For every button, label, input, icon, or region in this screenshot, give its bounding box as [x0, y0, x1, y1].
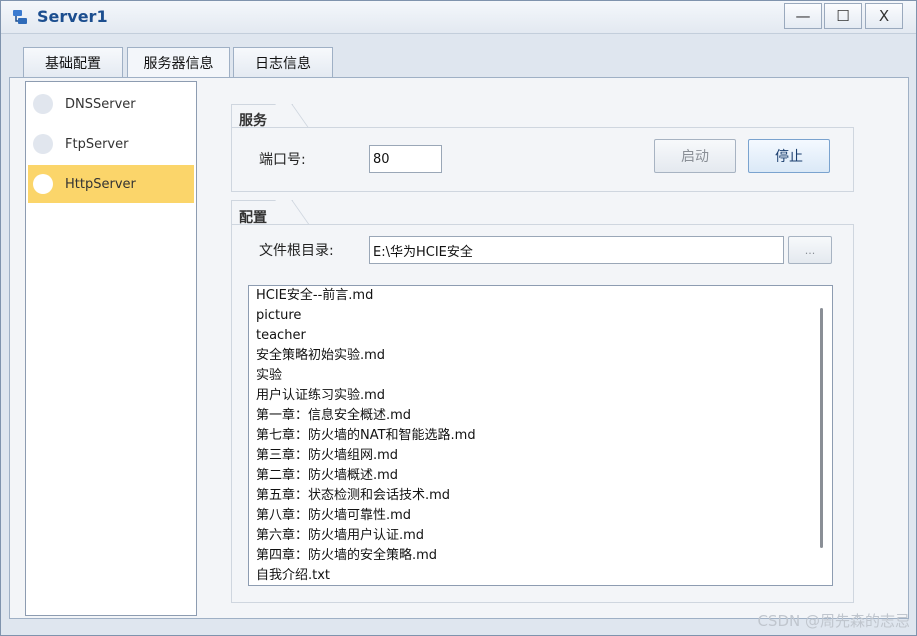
list-item[interactable]: 第五章：状态检测和会话技术.md — [249, 486, 832, 506]
maximize-button[interactable]: ☐ — [824, 3, 862, 29]
app-icon — [13, 10, 27, 24]
server-list: DNSServer FtpServer HttpServer — [25, 81, 197, 616]
list-item[interactable]: 第七章：防火墙的NAT和智能选路.md — [249, 426, 832, 446]
tab-log-info[interactable]: 日志信息 — [233, 47, 333, 77]
list-item[interactable]: 实验 — [249, 366, 832, 386]
tab-server-info-label: 服务器信息 — [143, 56, 214, 72]
port-input[interactable]: 80 — [369, 145, 442, 173]
root-dir-input[interactable]: E:\华为HCIE安全 — [369, 236, 784, 264]
close-button[interactable]: X — [865, 3, 903, 29]
file-list[interactable]: HCIE安全--前言.md picture teacher 安全策略初始实验.m… — [248, 285, 833, 586]
browse-button[interactable]: ... — [788, 236, 832, 264]
file-list-scrollbar[interactable] — [820, 308, 823, 548]
watermark: CSDN @周先森的志忌 — [757, 612, 910, 630]
sidebar-item-dnsserver[interactable]: DNSServer — [28, 85, 194, 123]
list-item[interactable]: 第四章：防火墙的安全策略.md — [249, 546, 832, 566]
minimize-button[interactable]: — — [784, 3, 822, 29]
list-item[interactable]: HCIE安全--前言.md — [249, 286, 832, 306]
root-dir-label: 文件根目录: — [259, 243, 334, 259]
close-icon: X — [878, 7, 890, 25]
sidebar-item-httpserver[interactable]: HttpServer — [28, 165, 194, 203]
list-item[interactable]: 第三章：防火墙组网.md — [249, 446, 832, 466]
tab-content: DNSServer FtpServer HttpServer 服务 端口号: 8… — [9, 77, 909, 619]
server-window: Server1 — ☐ X 基础配置 服务器信息 日志信息 DNSServer … — [0, 0, 917, 636]
sidebar-item-ftpserver[interactable]: FtpServer — [28, 125, 194, 163]
tab-basic-config-label: 基础配置 — [45, 55, 101, 72]
title-bar[interactable]: Server1 — ☐ X — [1, 1, 916, 34]
minimize-icon: — — [795, 7, 811, 25]
server-status-icon — [33, 174, 53, 194]
sidebar-item-label: FtpServer — [65, 136, 129, 152]
list-item[interactable]: picture — [249, 306, 832, 326]
list-item[interactable]: 第一章：信息安全概述.md — [249, 406, 832, 426]
server-status-icon — [33, 94, 53, 114]
tab-log-info-label: 日志信息 — [255, 55, 311, 72]
start-button[interactable]: 启动 — [654, 139, 736, 173]
maximize-icon: ☐ — [836, 7, 850, 25]
list-item[interactable]: teacher — [249, 326, 832, 346]
list-item[interactable]: 自我介绍.txt — [249, 566, 832, 585]
tab-basic-config[interactable]: 基础配置 — [23, 47, 123, 77]
list-item[interactable]: 第二章：防火墙概述.md — [249, 466, 832, 486]
server-status-icon — [33, 134, 53, 154]
list-item[interactable]: 第八章：防火墙可靠性.md — [249, 506, 832, 526]
port-label: 端口号: — [259, 152, 306, 168]
sidebar-item-label: DNSServer — [65, 96, 136, 112]
list-item[interactable]: 第六章：防火墙用户认证.md — [249, 526, 832, 546]
list-item[interactable]: 用户认证练习实验.md — [249, 386, 832, 406]
stop-button[interactable]: 停止 — [748, 139, 830, 173]
window-title: Server1 — [37, 7, 108, 26]
sidebar-item-label: HttpServer — [65, 176, 136, 192]
list-item[interactable]: 安全策略初始实验.md — [249, 346, 832, 366]
tab-server-info[interactable]: 服务器信息 — [127, 47, 230, 78]
